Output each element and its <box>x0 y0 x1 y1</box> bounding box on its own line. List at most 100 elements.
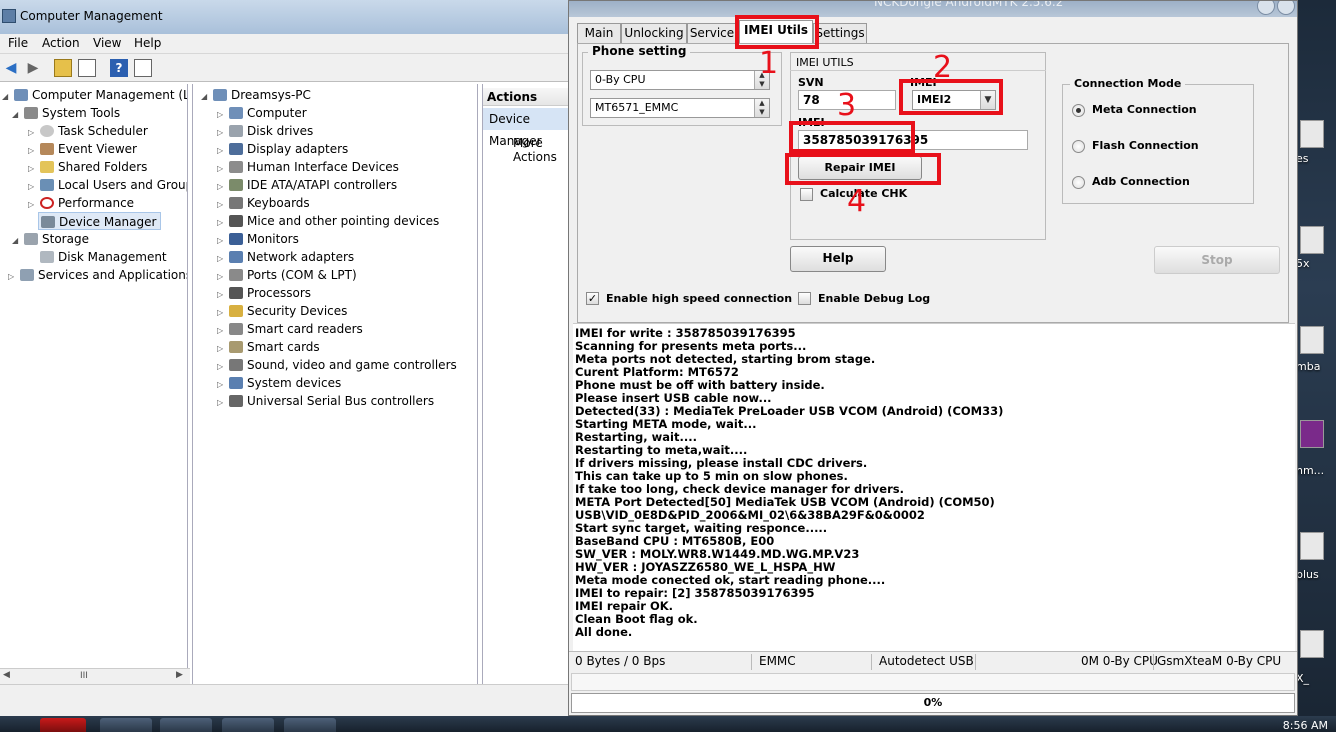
adb-connection-radio[interactable] <box>1072 176 1085 189</box>
show-hide-tree-icon[interactable] <box>78 59 96 77</box>
device-category[interactable]: ▷ Human Interface Devices <box>217 158 399 176</box>
device-category-icon <box>229 215 243 227</box>
device-category[interactable]: ▷ Ports (COM & LPT) <box>217 266 357 284</box>
device-category[interactable]: ▷ Smart cards <box>217 338 320 356</box>
menu-help[interactable]: Help <box>134 36 161 50</box>
scroll-thumb[interactable]: III <box>80 671 88 681</box>
meta-connection-radio[interactable] <box>1072 104 1085 117</box>
desktop-file-icon[interactable] <box>1300 226 1324 254</box>
device-category[interactable]: ▷ Smart card readers <box>217 320 363 338</box>
more-actions-link[interactable]: More Actions <box>513 136 570 164</box>
tree-task-scheduler[interactable]: ▷ Task Scheduler <box>28 122 148 140</box>
log-line: Meta ports not detected, starting brom s… <box>575 352 876 366</box>
tree-storage[interactable]: ◢ Storage <box>12 230 89 248</box>
taskbar-app[interactable] <box>222 718 274 732</box>
tab-main[interactable]: Main <box>577 23 621 43</box>
status-divider <box>975 654 976 670</box>
desktop-file-icon[interactable] <box>1300 532 1324 560</box>
device-category[interactable]: ▷ Computer <box>217 104 307 122</box>
device-category[interactable]: ▷ System devices <box>217 374 341 392</box>
model-select[interactable]: MT6571_EMMC ▲ ▼ <box>590 98 770 118</box>
stop-button[interactable]: Stop <box>1154 246 1280 274</box>
device-category[interactable]: ▷ Network adapters <box>217 248 354 266</box>
tab-settings[interactable]: Settings <box>813 23 867 43</box>
device-category[interactable]: ▷ Processors <box>217 284 311 302</box>
device-category[interactable]: ▷ IDE ATA/ATAPI controllers <box>217 176 397 194</box>
scroll-left-icon[interactable]: ◀ <box>3 670 10 680</box>
device-tree-root[interactable]: ◢ Dreamsys-PC <box>201 86 311 104</box>
menu-file[interactable]: File <box>8 36 28 50</box>
expand-icon[interactable]: ▷ <box>28 196 38 214</box>
collapse-icon[interactable]: ◢ <box>12 232 22 250</box>
disk-icon <box>40 251 54 263</box>
flash-connection-radio[interactable] <box>1072 140 1085 153</box>
forward-arrow-icon[interactable]: ▶ <box>24 59 42 77</box>
tree-local-users[interactable]: ▷ Local Users and Groups <box>28 176 187 194</box>
calculate-chk-checkbox[interactable] <box>800 188 813 201</box>
spin-arrows-icon[interactable]: ▲ ▼ <box>754 99 769 117</box>
clock[interactable]: 8:56 AM <box>1283 719 1328 732</box>
taskbar-app[interactable] <box>160 718 212 732</box>
device-category[interactable]: ▷ Monitors <box>217 230 299 248</box>
up-folder-icon[interactable] <box>54 59 72 77</box>
adb-connection-label: Adb Connection <box>1092 175 1190 188</box>
device-category[interactable]: ▷ Security Devices <box>217 302 347 320</box>
log-line: This can take up to 5 min on slow phones… <box>575 469 848 483</box>
computer-management-taskbar-icon[interactable] <box>284 718 336 732</box>
log-output[interactable]: IMEI for write : 358785039176395 Scanning… <box>573 323 1295 651</box>
repair-imei-button[interactable]: Repair IMEI <box>798 156 922 180</box>
archive-icon[interactable] <box>1300 420 1324 448</box>
actions-device-manager[interactable]: Device Manager <box>483 108 570 148</box>
tree-system-tools[interactable]: ◢ System Tools <box>12 104 120 122</box>
minimize-button[interactable] <box>1257 1 1275 15</box>
tab-imei-utils[interactable]: IMEI Utils <box>739 20 813 43</box>
device-category[interactable]: ▷ Keyboards <box>217 194 310 212</box>
tree-services-apps[interactable]: ▷ Services and Applications <box>8 266 187 286</box>
device-category[interactable]: ▷ Disk drives <box>217 122 313 140</box>
cpu-select[interactable]: 0-By CPU ▲ ▼ <box>590 70 770 90</box>
firefox-taskbar-icon[interactable] <box>100 718 152 732</box>
high-speed-checkbox[interactable]: ✓ <box>586 292 599 305</box>
menu-action[interactable]: Action <box>42 36 80 50</box>
device-category-icon <box>229 341 243 353</box>
device-category[interactable]: ▷ Display adapters <box>217 140 348 158</box>
tree-shared-folders[interactable]: ▷ Shared Folders <box>28 158 147 176</box>
close-button[interactable] <box>1277 1 1295 15</box>
tree-performance[interactable]: ▷ Performance <box>28 194 134 212</box>
chevron-down-icon[interactable]: ▼ <box>980 91 995 109</box>
expand-icon[interactable]: ▷ <box>217 394 227 412</box>
desktop-file-icon[interactable] <box>1300 120 1324 148</box>
connection-mode-title: Connection Mode <box>1070 77 1186 90</box>
device-category[interactable]: ▷ Sound, video and game controllers <box>217 356 457 374</box>
properties-icon[interactable] <box>134 59 152 77</box>
collapse-icon[interactable]: ◢ <box>201 88 211 106</box>
tools-icon <box>24 107 38 119</box>
debug-log-checkbox[interactable] <box>798 292 811 305</box>
device-category[interactable]: ▷ Mice and other pointing devices <box>217 212 439 230</box>
imei-slot-select[interactable]: IMEI2 ▼ <box>912 90 996 110</box>
collapse-icon[interactable]: ◢ <box>2 88 12 106</box>
imei-input[interactable]: 358785039176395 <box>798 130 1028 150</box>
expand-icon[interactable]: ▷ <box>8 268 18 286</box>
help-icon[interactable]: ? <box>110 59 128 77</box>
device-tree: ◢ Dreamsys-PC ▷ Computer ▷ Disk drives ▷ Displ… <box>192 84 478 684</box>
tab-unlocking[interactable]: Unlocking <box>621 23 687 43</box>
back-arrow-icon[interactable]: ◀ <box>2 59 20 77</box>
tree-device-manager[interactable]: Device Manager <box>38 212 162 230</box>
collapse-icon[interactable]: ◢ <box>12 106 22 124</box>
tree-disk-management[interactable]: Disk Management <box>38 248 167 266</box>
opera-taskbar-icon[interactable] <box>40 718 86 732</box>
device-category[interactable]: ▷ Universal Serial Bus controllers <box>217 392 434 410</box>
desktop-file-icon[interactable] <box>1300 630 1324 658</box>
scroll-right-icon[interactable]: ▶ <box>176 670 183 680</box>
horizontal-scrollbar[interactable]: ◀ III ▶ <box>0 668 190 684</box>
tab-service[interactable]: Service <box>687 23 737 43</box>
log-line: META Port Detected[50] MediaTek USB VCOM… <box>575 495 995 509</box>
tree-root[interactable]: ◢Computer Management (Local <box>2 86 187 106</box>
tree-event-viewer[interactable]: ▷ Event Viewer <box>28 140 137 158</box>
cm-title-bar[interactable]: Computer Management <box>0 0 570 34</box>
help-button[interactable]: Help <box>790 246 886 272</box>
desktop-file-icon[interactable] <box>1300 326 1324 354</box>
nck-title-bar[interactable]: NCKDongle AndroidMTK 2.5.6.2 <box>569 1 1297 17</box>
menu-view[interactable]: View <box>93 36 121 50</box>
